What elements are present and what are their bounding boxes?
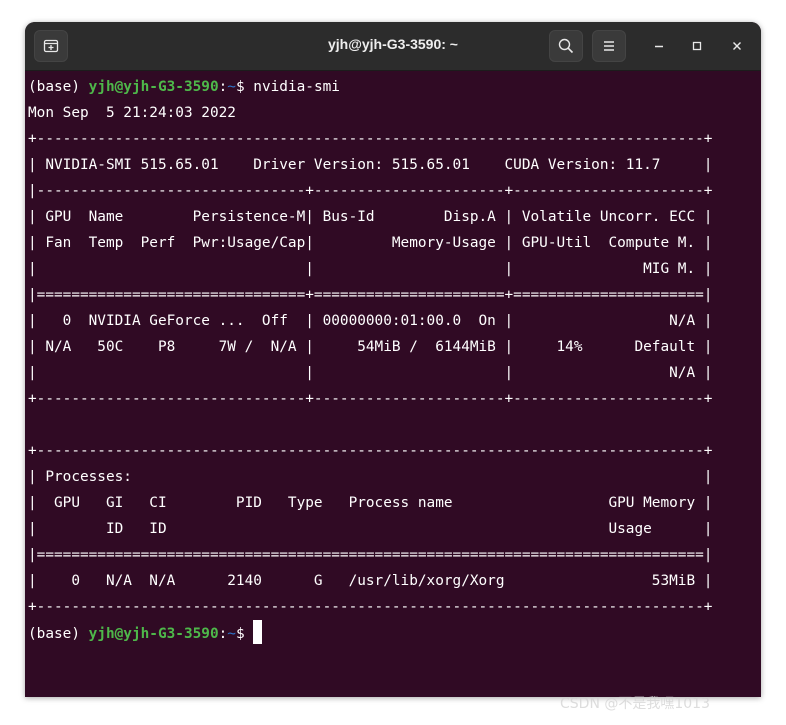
output-line: +-------------------------------+-------… [28,391,713,407]
output-line: +---------------------------------------… [28,443,713,459]
output-line: |=======================================… [28,547,713,563]
prompt-user-host: yjh@yjh-G3-3590 [88,626,219,642]
output-line: |-------------------------------+-------… [28,183,713,199]
output-line: Mon Sep 5 21:24:03 2022 [28,105,236,121]
prompt-separator: : [218,626,228,642]
prompt-separator: : [218,79,228,95]
prompt-symbol: $ [235,626,254,642]
prompt-user-host: yjh@yjh-G3-3590 [88,79,219,95]
terminal-output[interactable]: (base) yjh@yjh-G3-3590:~$ nvidia-smi Mon… [25,71,747,697]
search-icon [558,38,574,54]
prompt-env: (base) [28,626,89,642]
watermark: CSDN @不是我嘿1013 [560,696,710,712]
command-text: nvidia-smi [253,79,340,95]
output-line: | 0 N/A N/A 2140 G /usr/lib/xorg/Xorg 53… [28,573,713,589]
close-button[interactable] [726,35,748,57]
terminal-window: yjh@yjh-G3-3590: ~ (base) yjh@yjh-G3-359… [25,22,761,697]
output-line: +---------------------------------------… [28,131,713,147]
current-prompt-line[interactable]: (base) yjh@yjh-G3-3590:~$ [28,620,747,646]
output-line: | 0 NVIDIA GeForce ... Off | 00000000:01… [28,313,713,329]
output-line: | N/A 50C P8 7W / N/A | 54MiB / 6144MiB … [28,339,713,355]
maximize-icon [692,41,702,51]
text-cursor [253,620,263,644]
output-line: | NVIDIA-SMI 515.65.01 Driver Version: 5… [28,157,713,173]
prompt-env: (base) [28,79,89,95]
title-bar[interactable]: yjh@yjh-G3-3590: ~ [25,22,761,71]
scrollbar[interactable] [751,71,761,697]
maximize-button[interactable] [686,35,708,57]
minimize-button[interactable] [648,35,670,57]
output-line: | Fan Temp Perf Pwr:Usage/Cap| Memory-Us… [28,235,713,251]
prompt-path: ~ [227,79,236,95]
command-line: (base) yjh@yjh-G3-3590:~$ nvidia-smi [28,74,747,100]
menu-button[interactable] [592,30,626,62]
prompt-symbol: $ [235,79,254,95]
close-icon [733,42,741,50]
output-line: +---------------------------------------… [28,599,713,615]
output-line: |===============================+=======… [28,287,713,303]
minimize-icon [655,45,663,48]
output-line: | GPU GI CI PID Type Process name GPU Me… [28,495,713,511]
output-line: | ID ID Usage | [28,521,713,537]
search-button[interactable] [549,30,583,62]
output-line: | GPU Name Persistence-M| Bus-Id Disp.A … [28,209,713,225]
output-line: | | | N/A | [28,365,713,381]
output-line: | | | MIG M. | [28,261,713,277]
prompt-path: ~ [227,626,236,642]
output-line: | Processes: | [28,469,713,485]
hamburger-menu-icon [604,41,614,51]
